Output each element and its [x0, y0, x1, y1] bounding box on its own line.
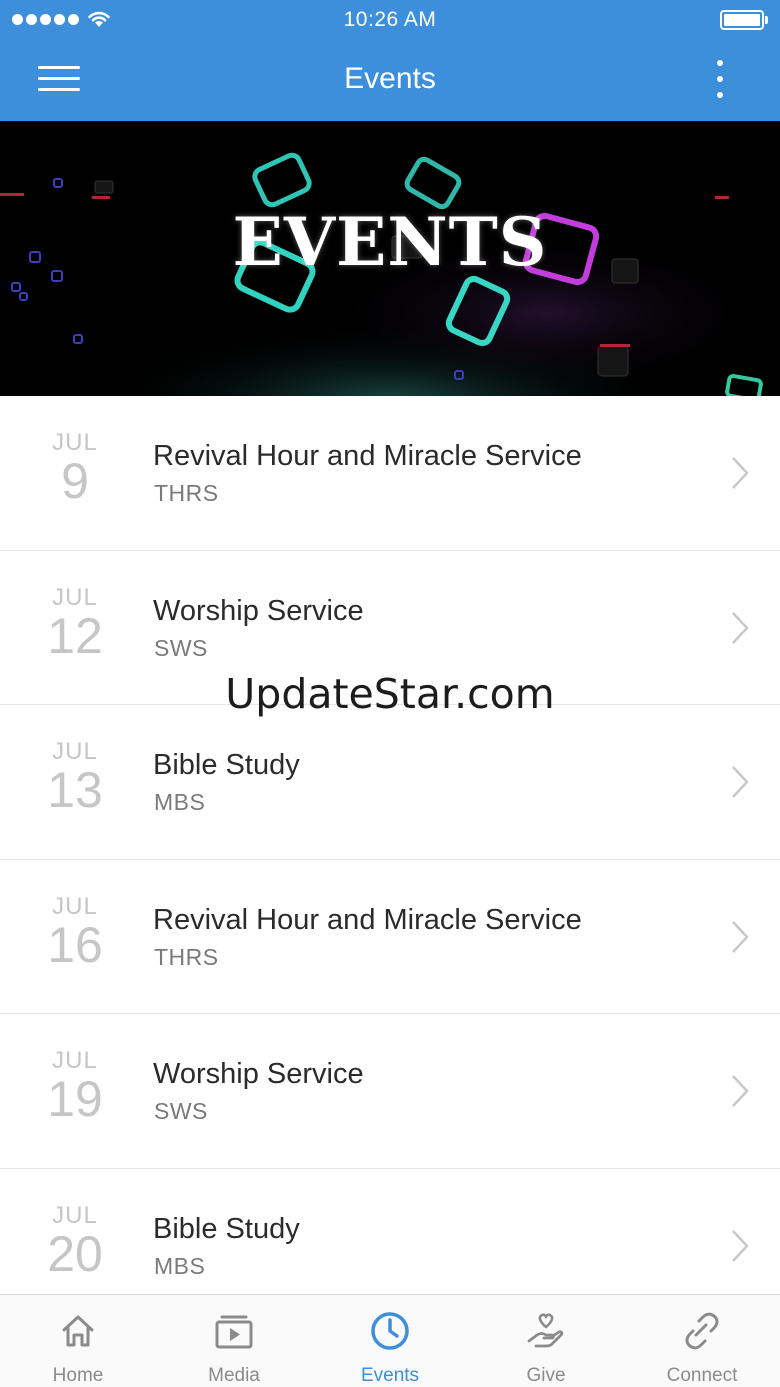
- events-banner: EVENTS: [0, 121, 780, 396]
- chevron-right-icon: [732, 457, 749, 489]
- tab-media[interactable]: Media: [156, 1295, 312, 1387]
- event-title: Bible Study: [153, 1212, 300, 1245]
- event-row[interactable]: JUL 19 Worship Service SWS: [0, 1014, 780, 1169]
- top-bar: 10:26 AM Events: [0, 0, 780, 121]
- tab-events[interactable]: Events: [312, 1295, 468, 1387]
- chevron-right-icon: [732, 1229, 749, 1262]
- page-title: Events: [344, 62, 436, 95]
- battery-icon: [720, 10, 768, 30]
- event-day: 20: [47, 1225, 103, 1282]
- chevron-right-icon: [732, 920, 749, 953]
- event-month: JUL: [52, 583, 98, 611]
- event-title: Revival Hour and Miracle Service: [153, 903, 582, 936]
- clock-icon: [371, 1312, 409, 1350]
- connect-icon: [685, 1312, 719, 1350]
- events-list: JUL 9 Revival Hour and Miracle Service T…: [0, 396, 780, 1294]
- give-icon: [527, 1313, 564, 1348]
- tab-label: Give: [526, 1365, 566, 1386]
- tab-give[interactable]: Give: [468, 1295, 624, 1387]
- event-month: JUL: [52, 1201, 98, 1229]
- event-code: SWS: [154, 634, 208, 661]
- tab-label: Connect: [666, 1365, 738, 1386]
- vertical-ellipsis-icon[interactable]: [700, 56, 740, 106]
- event-date: JUL 13: [20, 739, 130, 818]
- event-date: JUL 9: [20, 430, 130, 509]
- event-code: THRS: [154, 480, 219, 506]
- event-date: JUL 12: [20, 583, 130, 664]
- tab-bar: Home Media Events Give Connect: [0, 1294, 780, 1387]
- tab-connect[interactable]: Connect: [624, 1295, 780, 1387]
- event-day: 12: [47, 607, 103, 664]
- app-screen: 10:26 AM Events EVENTS JUL 9 Revival Hou…: [0, 0, 780, 1387]
- tab-label: Events: [360, 1365, 420, 1386]
- event-day: 9: [61, 453, 89, 509]
- tab-home[interactable]: Home: [0, 1295, 156, 1387]
- chevron-right-icon: [732, 611, 749, 644]
- event-code: THRS: [154, 943, 219, 970]
- event-date: JUL 20: [20, 1201, 130, 1282]
- navigation-bar: Events: [0, 40, 780, 121]
- status-bar: 10:26 AM: [0, 0, 780, 40]
- event-code: SWS: [154, 1098, 208, 1124]
- event-row[interactable]: JUL 9 Revival Hour and Miracle Service T…: [0, 396, 780, 551]
- tab-label: Home: [52, 1365, 104, 1386]
- event-title: Revival Hour and Miracle Service: [153, 440, 582, 472]
- event-code: MBS: [154, 789, 206, 815]
- chevron-right-icon: [732, 1075, 749, 1107]
- media-icon: [215, 1315, 253, 1349]
- status-time: 10:26 AM: [343, 8, 437, 31]
- event-title: Bible Study: [153, 749, 300, 781]
- event-code: MBS: [154, 1252, 206, 1279]
- banner-title: EVENTS: [232, 203, 548, 281]
- event-row[interactable]: JUL 12 Worship Service SWS: [0, 550, 780, 705]
- event-day: 19: [47, 1071, 103, 1127]
- event-date: JUL 16: [20, 892, 130, 973]
- event-row[interactable]: JUL 16 Revival Hour and Miracle Service …: [0, 859, 780, 1014]
- event-title: Worship Service: [153, 594, 364, 627]
- tab-label: Media: [208, 1365, 260, 1386]
- event-date: JUL 19: [20, 1048, 130, 1127]
- chevron-right-icon: [732, 766, 749, 798]
- event-title: Worship Service: [153, 1058, 364, 1090]
- event-row[interactable]: JUL 20 Bible Study MBS: [0, 1168, 780, 1294]
- event-month: JUL: [52, 892, 98, 920]
- event-row[interactable]: JUL 13 Bible Study MBS: [0, 705, 780, 860]
- event-day: 13: [47, 762, 103, 818]
- home-icon: [62, 1315, 94, 1347]
- event-day: 16: [47, 916, 103, 973]
